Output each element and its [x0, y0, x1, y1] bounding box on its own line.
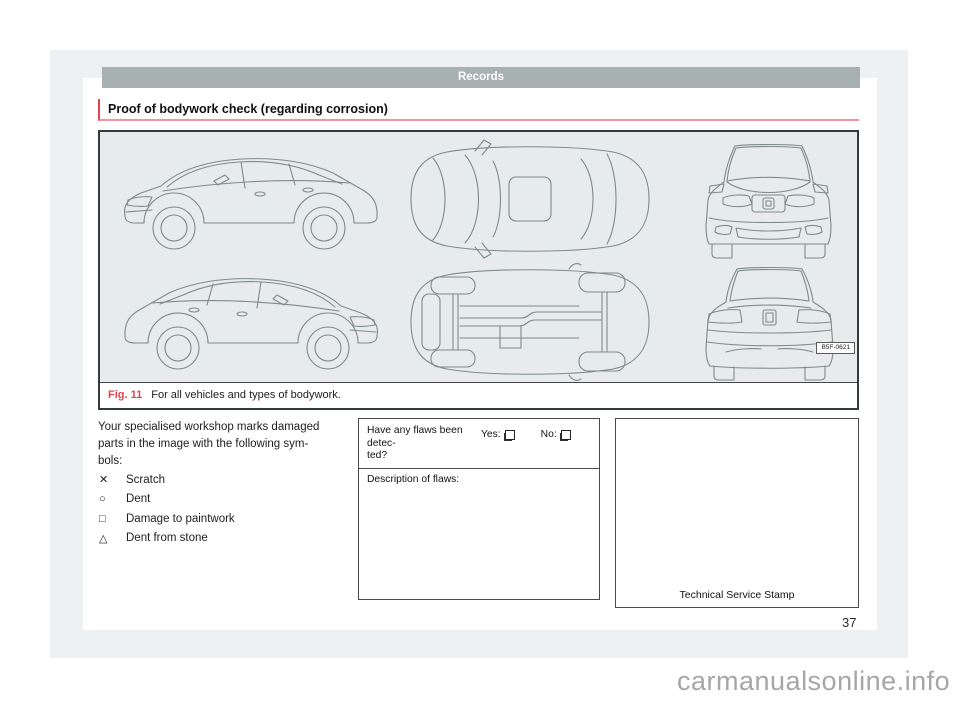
page-header-bar: Records [102, 67, 860, 88]
question-line: ted? [367, 450, 469, 463]
car-rear-view-icon [696, 264, 843, 383]
figure-id-label: B5F-0621 [816, 342, 855, 354]
no-label: No: [541, 429, 557, 440]
watermark: carmanualsonline.info [677, 666, 950, 697]
no-option: No: [541, 429, 571, 440]
flaws-question-row: Have any flaws been detec- ted? Yes: No: [359, 419, 599, 469]
description-of-flaws-label: Description of flaws: [359, 469, 599, 490]
flaws-question: Have any flaws been detec- ted? [367, 425, 469, 463]
symbol-legend: ✕ Scratch ○ Dent □ Damage to paintwork △… [99, 470, 357, 548]
flaws-form: Have any flaws been detec- ted? Yes: No:… [358, 418, 600, 600]
legend-label: Damage to paintwork [126, 513, 235, 525]
intro-paragraph: Your specialised workshop marks damaged … [98, 419, 356, 470]
manual-page: Records Proof of bodywork check (regardi… [0, 0, 960, 708]
stone-symbol-icon: △ [99, 532, 126, 545]
stamp-label: Technical Service Stamp [616, 589, 858, 601]
car-underside-view-icon [403, 260, 655, 384]
intro-line: parts in the image with the following sy… [98, 436, 356, 453]
car-side-view-left-icon [114, 140, 386, 262]
legend-label: Dent [126, 493, 150, 505]
legend-item-scratch: ✕ Scratch [99, 470, 357, 490]
dent-symbol-icon: ○ [99, 493, 126, 505]
legend-item-dent: ○ Dent [99, 490, 357, 510]
question-line: Have any flaws been detec- [367, 425, 469, 450]
yes-option: Yes: [481, 429, 515, 440]
stamp-box: Technical Service Stamp [615, 418, 859, 608]
paintwork-symbol-icon: □ [99, 513, 126, 525]
intro-line: Your specialised workshop marks damaged [98, 419, 356, 436]
section-title: Proof of bodywork check (regarding corro… [98, 99, 859, 121]
page-number: 37 [842, 615, 856, 630]
figure-caption-text: For all vehicles and types of bodywork. [151, 389, 341, 401]
intro-line: bols: [98, 453, 356, 470]
yes-label: Yes: [481, 429, 501, 440]
figure-image-area: B5F-0621 [100, 132, 857, 382]
legend-label: Scratch [126, 474, 165, 486]
figure-box: B5F-0621 Fig. 11 For all vehicles and typ… [98, 130, 859, 410]
legend-item-stone: △ Dent from stone [99, 529, 357, 549]
car-side-view-right-icon [116, 260, 388, 382]
no-checkbox[interactable] [561, 430, 571, 440]
figure-caption: Fig. 11 For all vehicles and types of bod… [100, 382, 857, 408]
legend-item-paintwork: □ Damage to paintwork [99, 509, 357, 529]
car-front-view-icon [696, 140, 841, 262]
scratch-symbol-icon: ✕ [99, 473, 126, 486]
figure-caption-number: Fig. 11 [108, 389, 142, 401]
page-header-title: Records [458, 71, 504, 83]
legend-label: Dent from stone [126, 532, 208, 544]
car-top-view-icon [403, 137, 655, 261]
yes-checkbox[interactable] [505, 430, 515, 440]
